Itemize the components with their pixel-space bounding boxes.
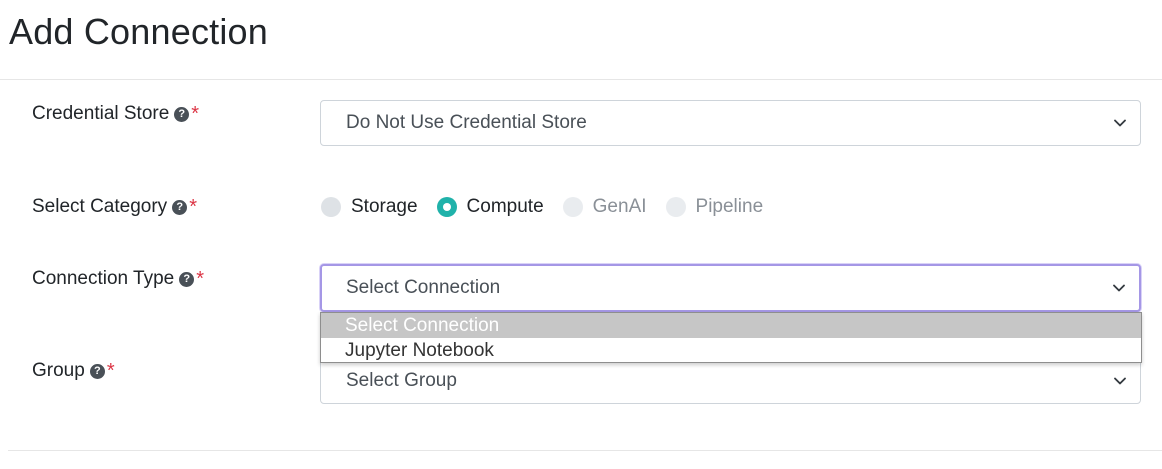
- required-marker: *: [106, 360, 115, 382]
- group-label-text: Group: [32, 360, 85, 381]
- radio-label-pipeline: Pipeline: [695, 196, 764, 217]
- chevron-down-icon: [1114, 119, 1126, 127]
- radio-option-pipeline: Pipeline: [665, 196, 764, 218]
- connection-type-selected-value: Select Connection: [346, 277, 501, 298]
- credential-store-selected-value: Do Not Use Credential Store: [346, 112, 587, 133]
- credential-store-select[interactable]: Do Not Use Credential Store: [320, 100, 1141, 146]
- connection-type-label-text: Connection Type: [32, 268, 175, 289]
- radio-button-compute[interactable]: [436, 197, 457, 217]
- header-divider: [0, 79, 1162, 80]
- group-label: Group ? *: [32, 360, 115, 382]
- credential-store-label-text: Credential Store: [32, 103, 170, 124]
- connection-type-label: Connection Type ? *: [32, 268, 204, 290]
- question-circle-icon[interactable]: ?: [89, 363, 105, 379]
- category-label-text: Select Category: [32, 196, 168, 217]
- add-connection-page: Add Connection Credential Store ? * Do N…: [0, 0, 1162, 469]
- radio-option-genai: GenAI: [562, 196, 647, 218]
- question-circle-icon[interactable]: ?: [174, 106, 190, 122]
- radio-option-compute[interactable]: Compute: [436, 196, 544, 218]
- radio-label-compute: Compute: [466, 196, 544, 217]
- radio-button-genai: [562, 197, 583, 217]
- required-marker: *: [196, 268, 205, 290]
- group-selected-value: Select Group: [346, 370, 457, 391]
- radio-button-pipeline: [665, 197, 686, 217]
- connection-type-select[interactable]: Select Connection: [320, 264, 1141, 312]
- required-marker: *: [189, 196, 197, 218]
- chevron-down-icon: [1114, 377, 1126, 385]
- connection-type-dropdown-list: Select Connection Jupyter Notebook: [320, 312, 1142, 363]
- footer-divider: [8, 450, 1162, 451]
- question-circle-icon[interactable]: ?: [179, 271, 195, 287]
- radio-label-genai: GenAI: [592, 196, 647, 217]
- required-marker: *: [191, 103, 200, 125]
- question-circle-icon[interactable]: ?: [172, 199, 188, 215]
- category-radio-group: Storage Compute GenAI Pipeline: [321, 195, 782, 219]
- page-title: Add Connection: [9, 11, 268, 52]
- chevron-down-icon: [1113, 284, 1125, 292]
- dropdown-option-jupyter-notebook[interactable]: Jupyter Notebook: [321, 338, 1141, 363]
- radio-option-storage[interactable]: Storage: [321, 196, 418, 218]
- category-label: Select Category ? *: [32, 196, 197, 218]
- radio-button-storage[interactable]: [321, 197, 341, 217]
- credential-store-label: Credential Store ? *: [32, 103, 199, 125]
- dropdown-option-select-connection[interactable]: Select Connection: [321, 313, 1141, 338]
- group-select[interactable]: Select Group: [320, 358, 1141, 404]
- radio-label-storage: Storage: [351, 196, 418, 217]
